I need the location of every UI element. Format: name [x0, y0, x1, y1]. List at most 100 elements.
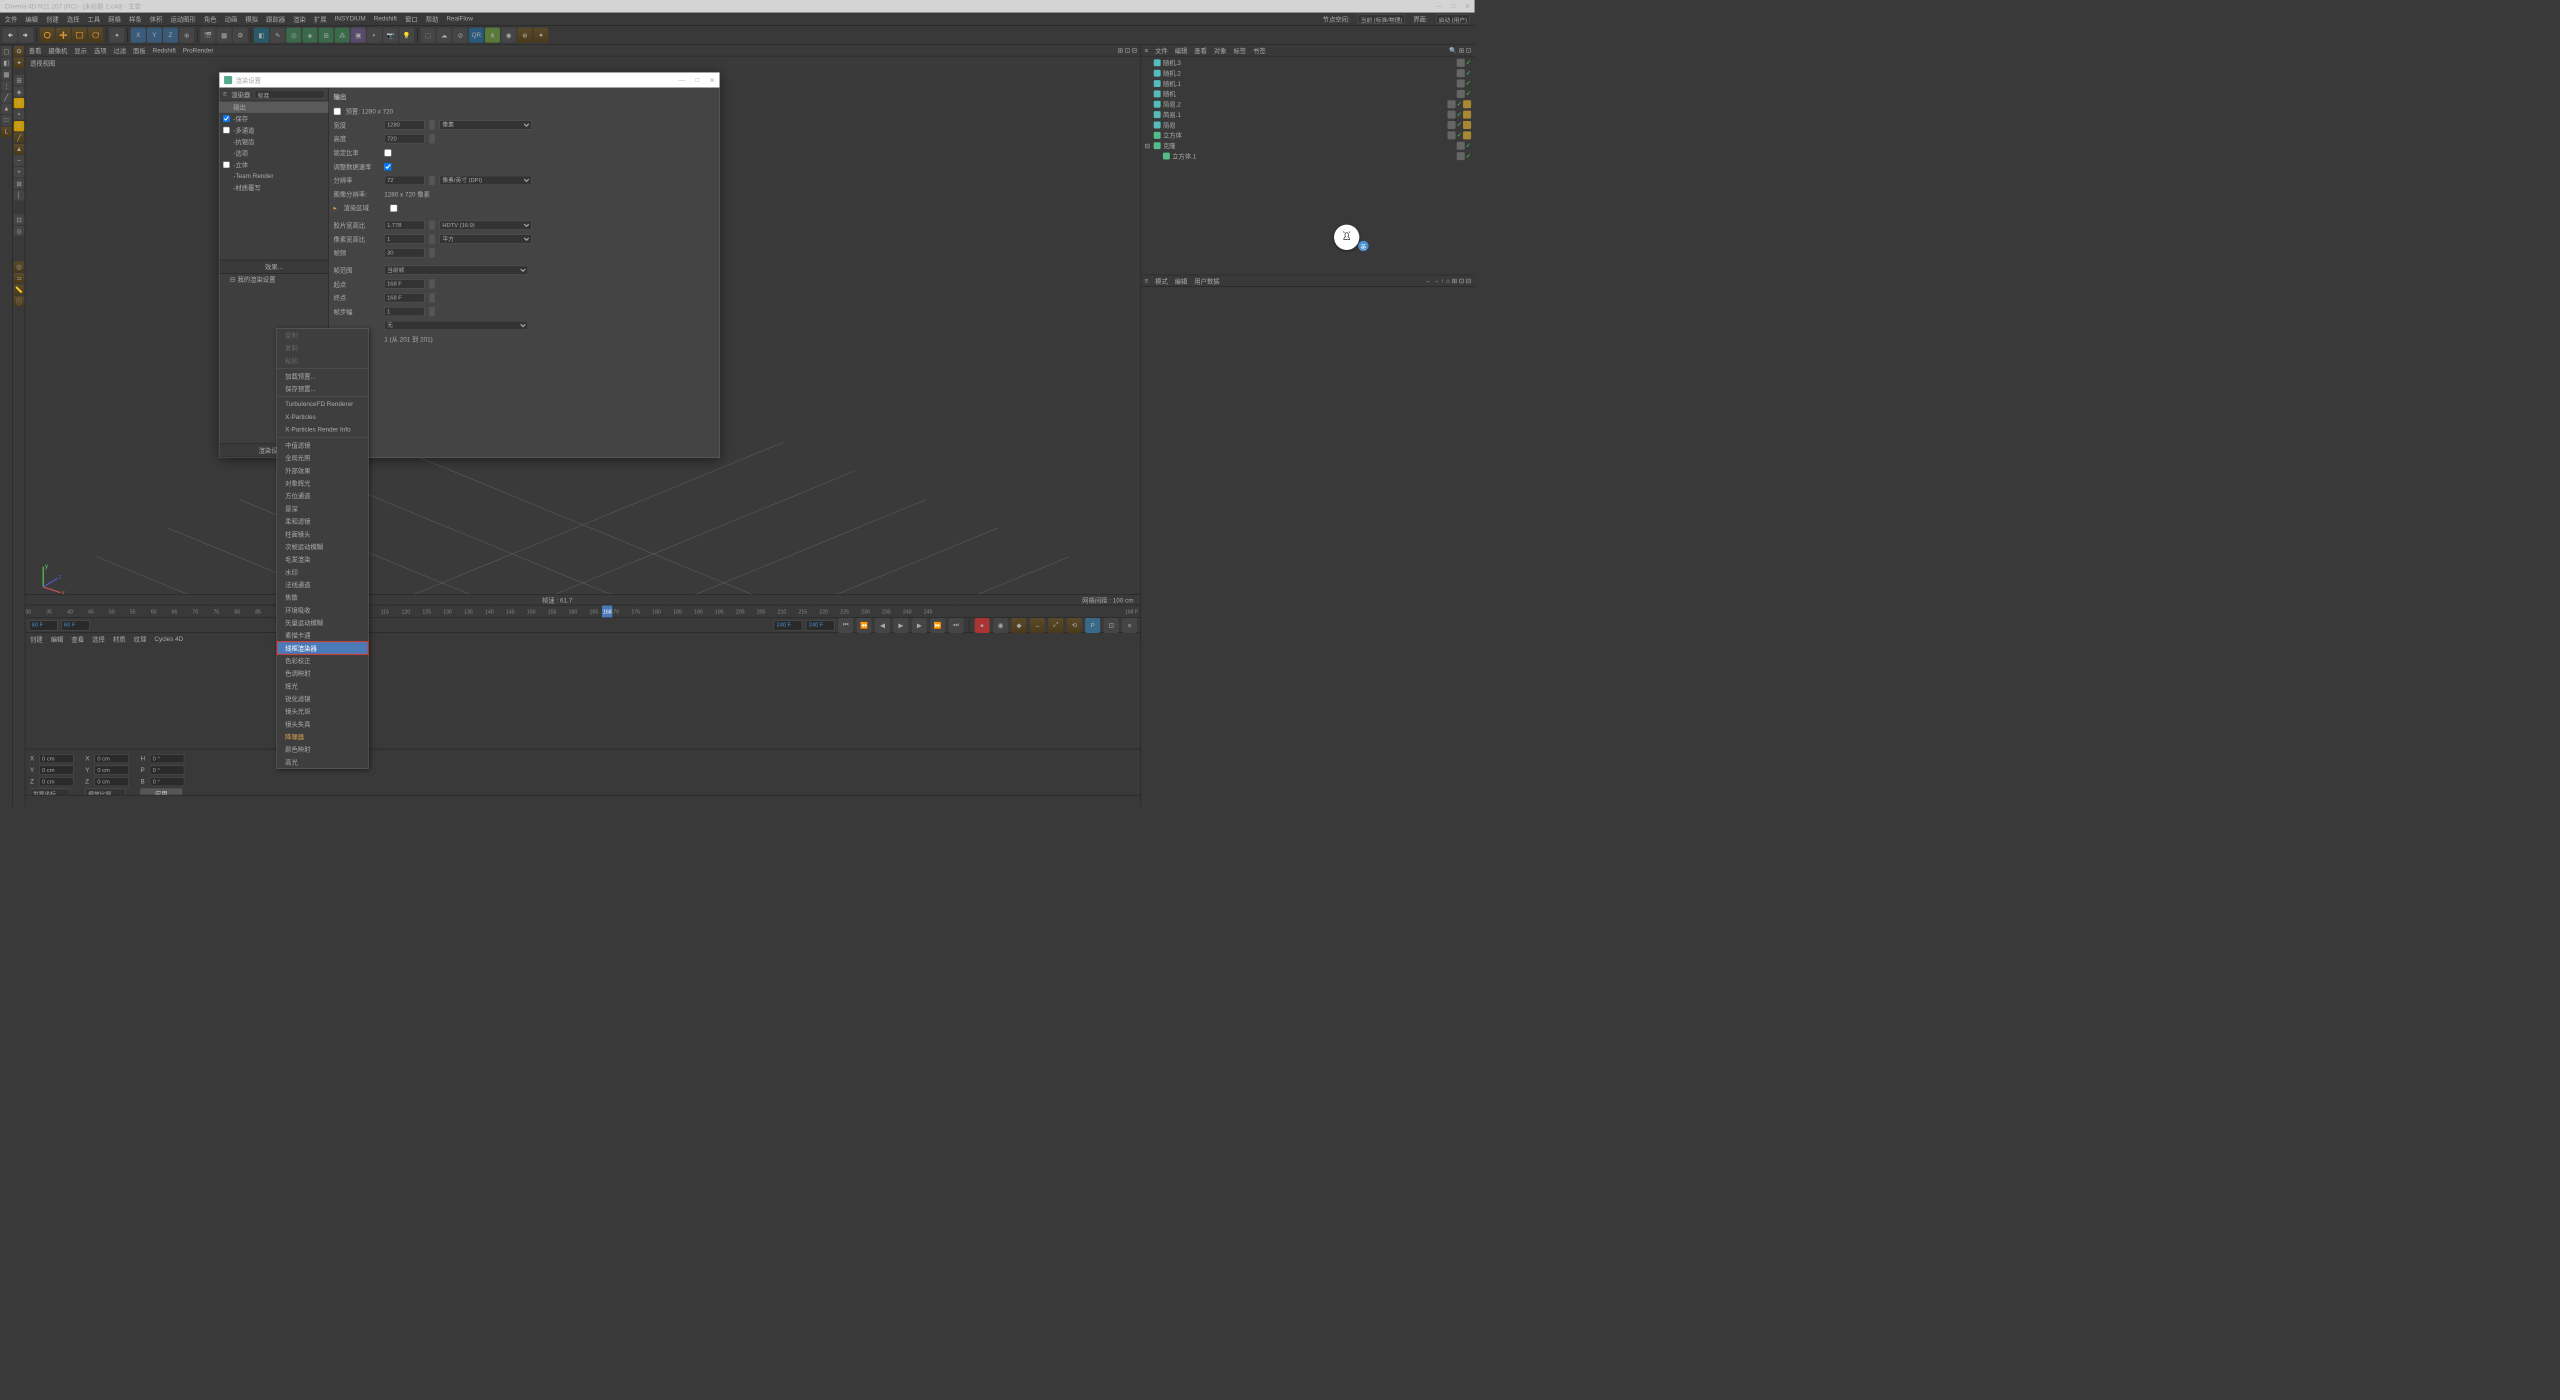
- key-scale-icon[interactable]: ⤢: [1048, 618, 1063, 633]
- render-view-icon[interactable]: 🎬: [200, 28, 215, 43]
- objmenu-item[interactable]: 文件: [1155, 46, 1168, 55]
- region-checkbox[interactable]: [390, 204, 397, 211]
- mat-menu-item[interactable]: Cycles 4D: [154, 636, 183, 643]
- frame-start-input[interactable]: [29, 620, 58, 630]
- key-pla-icon[interactable]: ⊡: [1104, 618, 1119, 633]
- floor-icon[interactable]: ⬚: [420, 28, 435, 43]
- ctx-item-加载预置...[interactable]: 加载预置...: [277, 370, 368, 383]
- x-axis-icon[interactable]: X: [131, 28, 146, 43]
- settings-category-输出[interactable]: 输出: [219, 101, 328, 113]
- object-row[interactable]: 随机.2✓: [1142, 68, 1473, 78]
- cloner-icon[interactable]: ⁂: [335, 28, 350, 43]
- size-y-input[interactable]: [94, 766, 129, 775]
- environment-icon[interactable]: ◐: [367, 28, 382, 43]
- ctx-item-方位通道[interactable]: 方位通道: [277, 490, 368, 503]
- framerange-dropdown[interactable]: 当前帧: [384, 266, 528, 275]
- settings-category-多通道[interactable]: -多通道: [219, 124, 328, 136]
- deformer-icon[interactable]: ▣: [351, 28, 366, 43]
- my-render-settings[interactable]: ⊟我的渲染设置: [219, 274, 328, 286]
- spline-icon[interactable]: ✎: [270, 28, 285, 43]
- menu-item[interactable]: 扩展: [314, 14, 327, 23]
- ctx-item-镜头光斑[interactable]: 镜头光斑: [277, 705, 368, 718]
- object-row[interactable]: 简易.1✓: [1142, 109, 1473, 119]
- next-key-icon[interactable]: ⏩: [930, 618, 945, 633]
- settings-category-保存[interactable]: -保存: [219, 113, 328, 125]
- playhead[interactable]: 168: [602, 605, 612, 617]
- search-icon[interactable]: 🔍 ⊞ ⊡: [1449, 47, 1471, 54]
- ctx-item-焦散[interactable]: 焦散: [277, 591, 368, 604]
- ctx-item-TurbulenceFD Renderer[interactable]: TurbulenceFD Renderer: [277, 398, 368, 411]
- ctx-item-保存预置...[interactable]: 保存预置...: [277, 382, 368, 395]
- object-row[interactable]: 随机.1✓: [1142, 78, 1473, 88]
- key-rot-icon[interactable]: ⟲: [1067, 618, 1082, 633]
- ctx-item-高光[interactable]: 高光: [277, 756, 368, 769]
- menu-item[interactable]: 模拟: [245, 14, 258, 23]
- ctx-item-环境吸收[interactable]: 环境吸收: [277, 604, 368, 617]
- startframe-input[interactable]: [384, 279, 424, 288]
- ctx-item-中值滤镜[interactable]: 中值滤镜: [277, 439, 368, 452]
- snap-edge-icon[interactable]: ╱: [14, 132, 24, 142]
- s2-icon[interactable]: S: [14, 121, 24, 131]
- category-checkbox[interactable]: [223, 115, 230, 122]
- menu-item[interactable]: INSYDIUM: [335, 16, 366, 23]
- ctx-item-X-Particles[interactable]: X-Particles: [277, 411, 368, 424]
- select-tool-icon[interactable]: [40, 28, 55, 43]
- prev-key-icon[interactable]: ⏪: [857, 618, 872, 633]
- view-tab[interactable]: 面板: [133, 46, 146, 55]
- attrmenu-item[interactable]: 模式: [1155, 276, 1168, 285]
- frame-end-input[interactable]: [774, 620, 803, 630]
- axis-mode-icon[interactable]: L: [1, 127, 11, 137]
- settings-category-材质覆写[interactable]: -材质覆写: [219, 182, 328, 194]
- sky-icon[interactable]: ☁: [437, 28, 452, 43]
- ctx-item-柱面镜头[interactable]: 柱面镜头: [277, 528, 368, 541]
- menu-item[interactable]: 窗口: [405, 14, 418, 23]
- objmenu-item[interactable]: 查看: [1194, 46, 1207, 55]
- resolution-unit-dropdown[interactable]: 像素/英寸 (DPI): [439, 176, 531, 185]
- snap-grid-icon[interactable]: ⊞: [14, 179, 24, 189]
- tag-icon[interactable]: ◉: [501, 28, 516, 43]
- ctx-item-颜色映射[interactable]: 颜色映射: [277, 743, 368, 756]
- object-row[interactable]: ⊟克隆✓: [1142, 141, 1473, 151]
- y-axis-icon[interactable]: Y: [147, 28, 162, 43]
- coord-system-icon[interactable]: ⊕: [179, 28, 194, 43]
- array-icon[interactable]: ⊞: [319, 28, 334, 43]
- render-region-icon[interactable]: ▦: [217, 28, 232, 43]
- workplane-icon[interactable]: ⊞: [14, 75, 24, 85]
- datarate-checkbox[interactable]: [384, 163, 391, 170]
- goto-start-icon[interactable]: ⏮: [838, 618, 853, 633]
- pixratio-preset-dropdown[interactable]: 平方: [439, 234, 531, 243]
- height-input[interactable]: [384, 134, 424, 143]
- menu-item[interactable]: 渲染: [293, 14, 306, 23]
- menu-item[interactable]: 创建: [46, 14, 59, 23]
- resolution-input[interactable]: [384, 176, 424, 185]
- menu-item[interactable]: 工具: [88, 14, 101, 23]
- poly-mode-icon[interactable]: ▲: [1, 104, 11, 114]
- object-row[interactable]: 随机.3✓: [1142, 58, 1473, 68]
- pos-y-input[interactable]: [39, 766, 74, 775]
- edge-mode-icon[interactable]: ╱: [1, 92, 11, 102]
- hamburger-icon[interactable]: ≡: [1145, 277, 1149, 284]
- key-pos-icon[interactable]: ↔: [1030, 618, 1045, 633]
- target-icon[interactable]: ⊕: [517, 28, 532, 43]
- object-row[interactable]: 随机✓: [1142, 89, 1473, 99]
- z-axis-icon[interactable]: Z: [163, 28, 178, 43]
- goto-end-icon[interactable]: ⏭: [949, 618, 964, 633]
- ctx-item-外部效果[interactable]: 外部效果: [277, 464, 368, 477]
- play-icon[interactable]: ▶: [893, 618, 908, 633]
- minimize-icon[interactable]: —: [1436, 3, 1442, 10]
- field-dropdown[interactable]: 无: [384, 321, 528, 330]
- view-tab[interactable]: 摄像机: [48, 46, 67, 55]
- info-icon[interactable]: ⓘ: [14, 296, 24, 306]
- ctx-item-色调映射[interactable]: 色调映射: [277, 667, 368, 680]
- snap3d-icon[interactable]: ◈: [14, 86, 24, 96]
- settings-category-立体[interactable]: -立体: [219, 159, 328, 171]
- objmenu-item[interactable]: 对象: [1214, 46, 1227, 55]
- menu-item[interactable]: 网格: [108, 14, 121, 23]
- width-input[interactable]: [384, 120, 424, 129]
- quantize-icon[interactable]: ⊡: [14, 214, 24, 224]
- ctx-item-锐化滤镜[interactable]: 锐化滤镜: [277, 692, 368, 705]
- ctx-item-毛发渲染[interactable]: 毛发渲染: [277, 553, 368, 566]
- object-tree[interactable]: 随机.3✓随机.2✓随机.1✓随机✓简易.2✓简易.1✓简易✓立方体✓⊟克隆✓立…: [1141, 56, 1475, 274]
- model-mode-icon[interactable]: ▢: [1, 46, 11, 56]
- snap-spline-icon[interactable]: ~: [14, 156, 24, 166]
